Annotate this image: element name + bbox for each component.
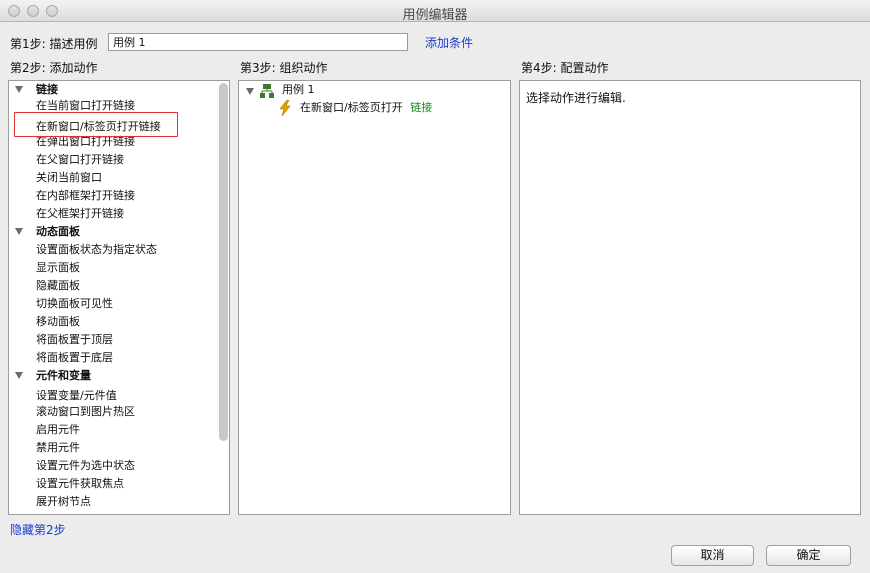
scrollbar-thumb[interactable]	[219, 83, 228, 441]
action-node[interactable]: 在新窗口/标签页打开 链接	[300, 99, 432, 117]
action-item[interactable]: 设置元件获取焦点	[36, 475, 124, 493]
add-condition-link[interactable]: 添加条件	[425, 34, 473, 51]
action-item[interactable]: 在父框架打开链接	[36, 205, 124, 223]
cancel-button[interactable]: 取消	[671, 545, 754, 566]
organize-actions-panel: 用例 1 在新窗口/标签页打开 链接	[238, 80, 511, 515]
action-node-target: 链接	[410, 101, 433, 114]
action-item[interactable]: 展开树节点	[36, 493, 91, 511]
action-item[interactable]: 切换面板可见性	[36, 295, 113, 313]
case-name-input[interactable]	[108, 33, 408, 51]
action-item[interactable]: 移动面板	[36, 313, 80, 331]
step4-label: 第4步: 配置动作	[521, 61, 609, 75]
action-item[interactable]: 显示面板	[36, 259, 80, 277]
action-item[interactable]: 将面板置于顶层	[36, 331, 113, 349]
highlight-box	[14, 112, 178, 137]
configure-placeholder-text: 选择动作进行编辑.	[526, 91, 626, 105]
action-item[interactable]: 隐藏面板	[36, 277, 80, 295]
window-title: 用例编辑器	[402, 8, 468, 23]
expand-triangle-icon[interactable]	[15, 228, 23, 235]
action-item[interactable]: 滚动窗口到图片热区	[36, 403, 135, 421]
expand-triangle-icon[interactable]	[15, 86, 23, 93]
step2-label: 第2步: 添加动作	[10, 61, 98, 75]
step3-label: 第3步: 组织动作	[240, 61, 328, 75]
action-list-panel: 链接 在当前窗口打开链接 在新窗口/标签页打开链接 在弹出窗口打开链接 在父窗口…	[8, 80, 230, 515]
configure-action-panel: 选择动作进行编辑.	[519, 80, 861, 515]
action-item[interactable]: 设置面板状态为指定状态	[36, 241, 157, 259]
ok-button[interactable]: 确定	[766, 545, 851, 566]
action-item[interactable]: 关闭当前窗口	[36, 169, 102, 187]
case-node[interactable]: 用例 1	[282, 81, 315, 99]
case-tree-icon	[260, 84, 274, 98]
action-item[interactable]: 在内部框架打开链接	[36, 187, 135, 205]
hide-step2-link[interactable]: 隐藏第2步	[10, 521, 66, 538]
expand-triangle-icon[interactable]	[15, 372, 23, 379]
action-item[interactable]: 设置元件为选中状态	[36, 457, 135, 475]
collapse-triangle-icon[interactable]	[246, 88, 254, 95]
step1-label: 第1步: 描述用例	[10, 37, 98, 51]
action-node-label: 在新窗口/标签页打开	[300, 101, 403, 114]
action-item[interactable]: 在父窗口打开链接	[36, 151, 124, 169]
lightning-icon	[279, 100, 291, 116]
action-item[interactable]: 禁用元件	[36, 439, 80, 457]
title-bar: 用例编辑器	[0, 0, 870, 23]
action-item[interactable]: 将面板置于底层	[36, 349, 113, 367]
action-item[interactable]: 启用元件	[36, 421, 80, 439]
